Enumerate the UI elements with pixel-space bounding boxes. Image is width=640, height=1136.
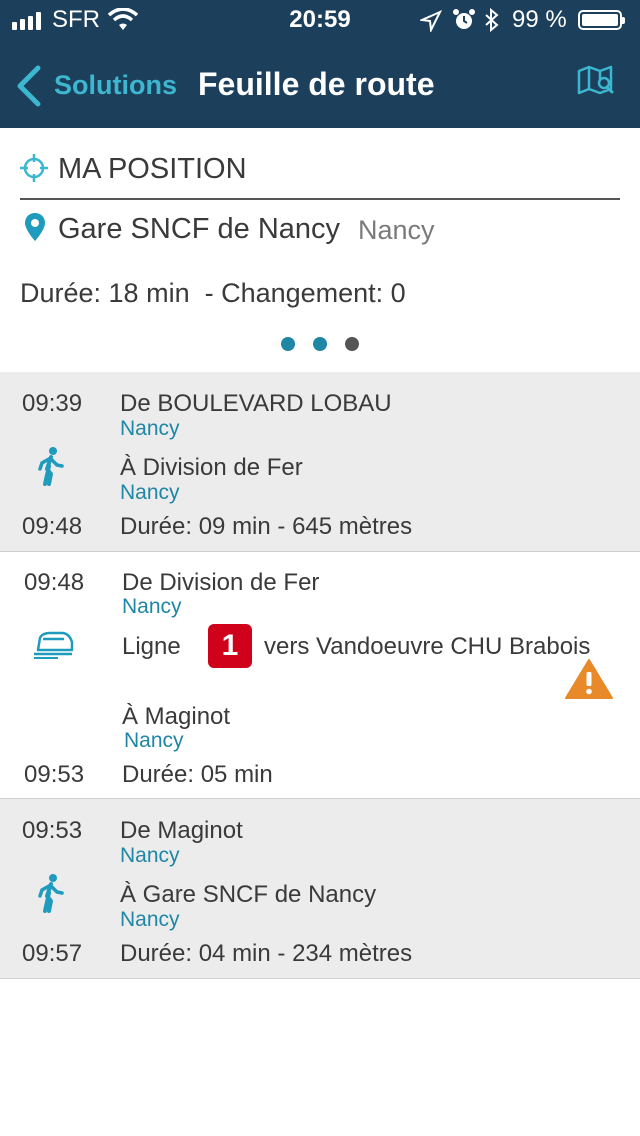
tram-icon bbox=[34, 631, 74, 659]
trip-summary: Durée: 18 min - Changement: 0 bbox=[20, 278, 406, 308]
step-from: De Maginot bbox=[120, 817, 243, 844]
destination-name: Gare SNCF de Nancy bbox=[58, 213, 341, 245]
step-to: À Maginot bbox=[122, 703, 231, 730]
step-duration: Durée: 05 min bbox=[122, 761, 273, 788]
step-duration: Durée: 04 min - 234 mètres bbox=[120, 940, 413, 967]
line-badge[interactable]: 1 bbox=[208, 624, 252, 668]
map-pin-icon bbox=[25, 213, 45, 241]
route-step-walk: 09:53 De Maginot Nancy À Gare SNCF de Na… bbox=[0, 799, 640, 978]
warning-icon[interactable] bbox=[564, 658, 614, 700]
walking-icon bbox=[38, 447, 64, 486]
step-start-time: 09:53 bbox=[22, 817, 83, 844]
line-direction: vers Vandoeuvre CHU Brabois bbox=[264, 633, 591, 660]
step-duration: Durée: 09 min - 645 mètres bbox=[120, 513, 413, 540]
step-to: À Gare SNCF de Nancy bbox=[120, 881, 377, 908]
chevron-left-icon bbox=[17, 65, 41, 107]
step-end-time: 09:48 bbox=[22, 513, 83, 540]
step-from: De Division de Fer bbox=[122, 569, 320, 596]
page-indicator[interactable] bbox=[280, 336, 360, 352]
step-from-city: Nancy bbox=[120, 844, 180, 867]
top-bar: SFR 20:59 99 % Solutions Feuille de rout… bbox=[0, 0, 640, 128]
divider bbox=[0, 978, 640, 979]
walking-icon bbox=[38, 874, 64, 913]
route-step-tram: 09:48 De Division de Fer Nancy Ligne 1 v… bbox=[0, 552, 640, 798]
location-arrow-icon bbox=[420, 10, 442, 32]
page-dot bbox=[281, 337, 295, 351]
battery-percent: 99 % bbox=[512, 6, 567, 33]
step-to-city: Nancy bbox=[120, 481, 180, 504]
origin-underline bbox=[20, 198, 620, 200]
step-from-city: Nancy bbox=[122, 595, 182, 618]
step-to-city: Nancy bbox=[124, 729, 184, 752]
page-dot-active bbox=[345, 337, 359, 351]
origin-label: MA POSITION bbox=[58, 153, 247, 185]
step-start-time: 09:39 bbox=[22, 390, 83, 417]
destination-city: Nancy bbox=[358, 215, 435, 245]
page-title: Feuille de route bbox=[198, 66, 435, 102]
line-label: Ligne bbox=[122, 633, 181, 660]
page-dot bbox=[313, 337, 327, 351]
back-button[interactable]: Solutions bbox=[14, 60, 184, 112]
step-start-time: 09:48 bbox=[24, 569, 85, 596]
battery-icon bbox=[578, 10, 625, 30]
back-button-label: Solutions bbox=[54, 70, 177, 100]
step-to-city: Nancy bbox=[120, 908, 180, 931]
map-icon[interactable] bbox=[576, 64, 616, 96]
step-end-time: 09:53 bbox=[24, 761, 85, 788]
step-from-city: Nancy bbox=[120, 417, 180, 440]
step-end-time: 09:57 bbox=[22, 940, 83, 967]
step-from: De BOULEVARD LOBAU bbox=[120, 390, 392, 417]
step-to: À Division de Fer bbox=[120, 454, 303, 481]
crosshair-icon bbox=[20, 154, 48, 182]
route-step-walk: 09:39 De BOULEVARD LOBAU Nancy À Divisio… bbox=[0, 372, 640, 551]
bluetooth-icon bbox=[485, 8, 499, 32]
alarm-icon bbox=[453, 9, 475, 29]
